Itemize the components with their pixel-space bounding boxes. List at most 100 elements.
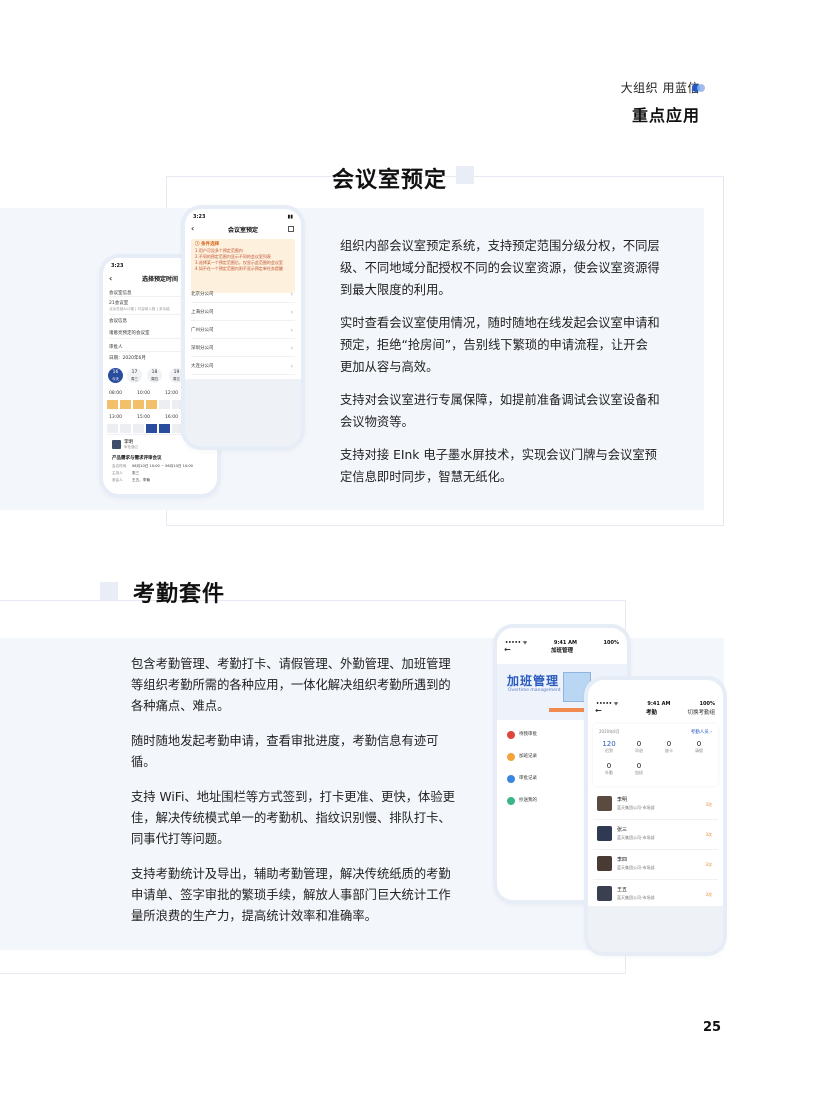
status-time: 3:23 (111, 263, 124, 269)
overtime-record-icon (507, 753, 515, 761)
time-slot[interactable] (159, 400, 170, 409)
status-icons: ▮▮ (287, 214, 293, 220)
time-slot[interactable] (172, 400, 183, 409)
back-icon[interactable]: ← (504, 645, 511, 654)
status-time: 3:23 (193, 214, 206, 220)
stat-item[interactable]: 0 请假 (687, 740, 711, 754)
monitor-illustration-icon (563, 672, 591, 702)
month-selector[interactable]: 2020年8月 (599, 729, 620, 735)
person-row[interactable]: 李四 蓝天集团公司-市场部 3次 (593, 850, 718, 880)
status-battery: 100% (699, 701, 715, 707)
meeting-description: 组织内部会议室预定系统，支持预定范围分级分权，不同层级、不同地域分配授权不同的会… (340, 235, 660, 499)
attendance-paragraph: 支持 WiFi、地址围栏等方式签到，打卡更准、更快，体验更佳，解决传统模式单一的… (131, 790, 455, 846)
page-number: 25 (703, 1020, 722, 1035)
meeting-paragraph: 组织内部会议室预定系统，支持预定范围分级分权，不同层级、不同地域分配授权不同的会… (340, 239, 660, 297)
screen-title: 选择预定时间 (141, 276, 178, 283)
screen-title: 会议室预定 (227, 227, 258, 234)
time-label: 12:00 (165, 391, 178, 396)
avatar (597, 796, 612, 811)
time-label: 13:00 (109, 415, 122, 420)
attendance-description: 包含考勤管理、考勤打卡、请假管理、外勤管理、加班管理等组织考勤所需的各种应用，一… (131, 654, 461, 941)
person-row[interactable]: 李明 蓝天集团公司-市场部 3次 (593, 790, 718, 820)
time-slot[interactable] (146, 424, 157, 433)
stat-item[interactable]: 0 外勤 (597, 762, 621, 776)
detail-key: 参会人 (112, 478, 123, 482)
section-heading: 重点应用 (631, 106, 700, 125)
meeting-title: 会议室预定 (332, 168, 448, 193)
back-icon[interactable]: ‹ (191, 224, 194, 233)
date-option[interactable]: 18 周四 (147, 368, 162, 383)
time-slot[interactable] (107, 424, 118, 433)
banner-title: 加班管理 (507, 674, 560, 688)
brand-tagline: 大组织 用蓝信 (620, 81, 700, 95)
back-icon[interactable]: ‹ (109, 274, 112, 284)
avatar (597, 856, 612, 871)
time-label: 16:00 (165, 415, 178, 420)
date-option[interactable]: 19 周五 (169, 368, 184, 383)
banner-subtitle: Overtime management (508, 688, 561, 693)
branch-item[interactable]: 大连分公司 › (191, 358, 295, 375)
stat-item[interactable]: 120 迟到 (597, 740, 621, 754)
meeting-paragraph: 支持对接 EInk 电子墨水屏技术，实现会议门牌与会议室预定信息即时同步，智慧无… (340, 448, 657, 484)
chevron-right-icon: › (290, 291, 293, 298)
time-label: 08:00 (109, 391, 122, 396)
detail-value: 06月10日 10:00 ~ 06月10日 10:00 (132, 464, 193, 468)
detail-key: 主持人 (112, 471, 123, 475)
avatar (597, 886, 612, 901)
cc-me-icon (507, 797, 515, 805)
attendance-paragraph: 支持考勤统计及导出，辅助考勤管理，解决传统纸质的考勤申请单、签字审批的繁琐手续，… (131, 867, 451, 923)
attendance-people-link[interactable]: 考勤人员 › (691, 729, 712, 735)
avatar (112, 440, 121, 449)
status-time: 9:41 AM (647, 701, 671, 707)
time-slot[interactable] (133, 400, 144, 409)
switch-group-button[interactable]: 切换考勤组 (687, 708, 715, 716)
stat-item[interactable]: 0 早退 (627, 740, 651, 754)
date-option[interactable]: 17 周三 (127, 368, 142, 383)
back-icon[interactable]: ← (595, 706, 602, 715)
notice-line: 4.如不在一个预定范围内则不显示预定单任务提醒 (195, 266, 283, 271)
scan-icon[interactable] (288, 226, 294, 232)
chevron-right-icon: › (290, 309, 293, 316)
approval-record-icon (507, 775, 515, 783)
meeting-subject: 产品需求与需求评审会议 (112, 456, 162, 461)
time-slot[interactable] (133, 424, 144, 433)
attendance-paragraph: 包含考勤管理、考勤打卡、请假管理、外勤管理、加班管理等组织考勤所需的各种应用，一… (131, 657, 451, 713)
detail-value: 张三 (132, 471, 140, 475)
branch-item[interactable]: 广州分公司 › (191, 322, 295, 339)
attendance-title: 考勤套件 (133, 582, 226, 607)
chevron-right-icon: › (290, 327, 293, 334)
time-slot[interactable] (159, 424, 170, 433)
brand-dots-icon (692, 84, 706, 92)
pending-approval-icon (507, 731, 515, 739)
person-status: 审批通过 (124, 445, 138, 449)
phone-attendance: ••••• ᯤ 9:41 AM 100% ← 考勤 切换考勤组 2020年8月 … (588, 680, 723, 952)
chevron-right-icon: › (290, 363, 293, 370)
time-slot[interactable] (120, 424, 131, 433)
time-slot[interactable] (172, 424, 183, 433)
screen-title: 考勤 (646, 710, 658, 716)
time-slot[interactable] (107, 400, 118, 409)
attendance-paragraph: 随时随地发起考勤申请，查看审批进度，考勤信息有迹可循。 (131, 734, 439, 769)
phone-meeting-reserve: 3:23 ▮▮ ‹ 会议室预定 ⓘ 条件选择 1.用户可设多个预定范围内 2.不同… (185, 209, 301, 446)
title-square-decoration (456, 166, 474, 184)
detail-value: 王五，李楠 (132, 478, 150, 482)
title-square-decoration (100, 582, 118, 600)
time-slot[interactable] (146, 400, 157, 409)
stat-item[interactable]: 0 加班 (627, 762, 651, 776)
branch-item[interactable]: 上海分公司 › (191, 304, 295, 321)
time-label: 10:00 (137, 391, 150, 396)
time-label: 15:00 (137, 415, 150, 420)
meeting-paragraph: 实时查看会议室使用情况，随时随地在线发起会议室申请和预定，拒绝“抢房间”，告别线… (340, 316, 660, 374)
chevron-right-icon: › (290, 345, 293, 352)
detail-key: 会议时间 (112, 464, 127, 468)
screen-title: 加班管理 (550, 648, 573, 654)
time-slot[interactable] (120, 400, 131, 409)
branch-item[interactable]: 北京分公司 › (191, 286, 295, 303)
attendance-stats-card: 2020年8月 考勤人员 › 120 迟到 0 早退 0 缺卡 0 请假 0 外勤 0 加班 (593, 724, 718, 786)
person-row[interactable]: 张三 蓝天集团公司-市场部 3次 (593, 820, 718, 850)
branch-item[interactable]: 深圳分公司 › (191, 340, 295, 357)
meeting-paragraph: 支持对会议室进行专属保障，如提前准备调试会议室设备和会议物资等。 (340, 393, 660, 429)
avatar (597, 826, 612, 841)
stat-item[interactable]: 0 缺卡 (657, 740, 681, 754)
date-option[interactable]: 16 今天 (108, 368, 123, 383)
